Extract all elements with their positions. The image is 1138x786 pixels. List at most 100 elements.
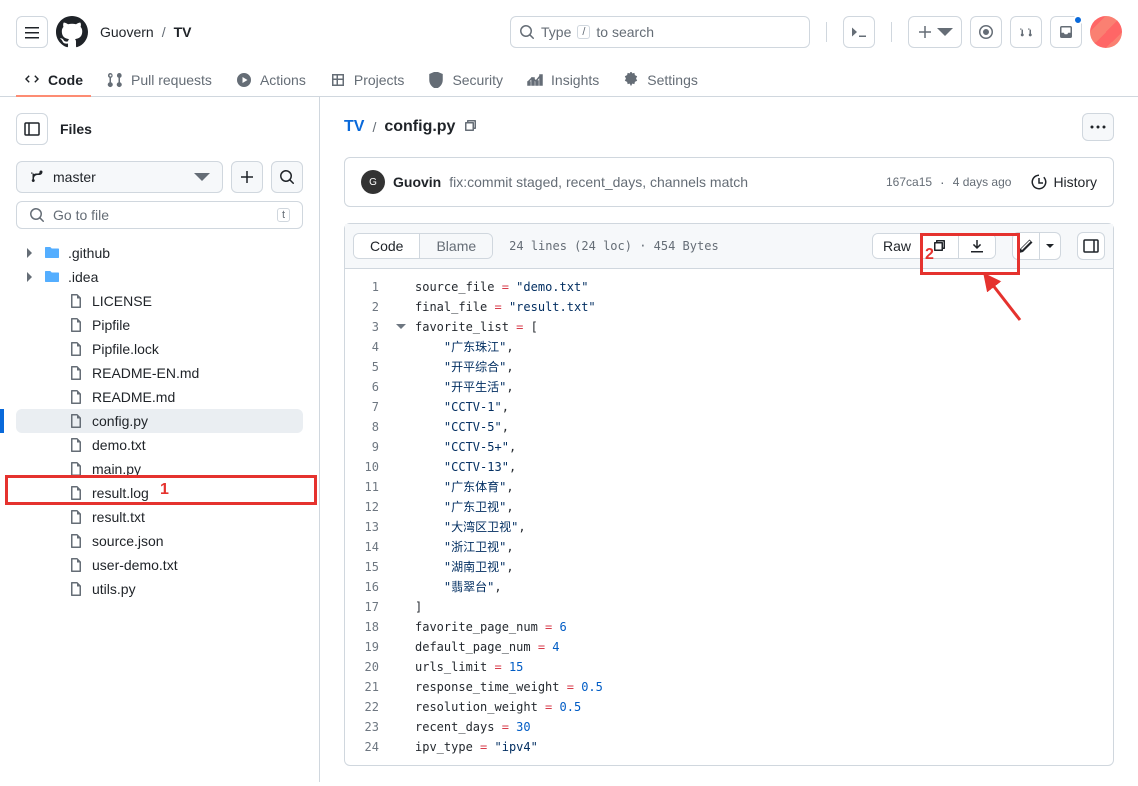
code-line[interactable]: 4 "广东珠江",	[345, 337, 1113, 357]
code-line[interactable]: 12 "广东卫视",	[345, 497, 1113, 517]
file-tree-item[interactable]: utils.py	[16, 577, 303, 601]
search-files-button[interactable]	[271, 161, 303, 193]
code-line[interactable]: 14 "浙江卫视",	[345, 537, 1113, 557]
command-palette-button[interactable]	[843, 16, 875, 48]
copy-path-button[interactable]	[463, 118, 479, 137]
commit-avatar[interactable]: G	[361, 170, 385, 194]
code-line[interactable]: 23recent_days = 30	[345, 717, 1113, 737]
code-line[interactable]: 8 "CCTV-5",	[345, 417, 1113, 437]
inbox-icon	[1058, 24, 1074, 40]
github-icon	[56, 16, 88, 48]
repo-nav: Code Pull requests Actions Projects Secu…	[0, 64, 1138, 97]
caret-down-icon	[937, 24, 953, 40]
code-line[interactable]: 19default_page_num = 4	[345, 637, 1113, 657]
code-line[interactable]: 16 "翡翠台",	[345, 577, 1113, 597]
code-line[interactable]: 15 "湖南卫视",	[345, 557, 1113, 577]
caret-down-icon	[1046, 242, 1054, 250]
branch-name: master	[53, 169, 186, 185]
github-logo[interactable]	[56, 16, 88, 48]
file-icon	[68, 413, 84, 429]
code-line[interactable]: 1source_file = "demo.txt"	[345, 277, 1113, 297]
fold-icon[interactable]	[395, 323, 407, 331]
file-tree-item[interactable]: Pipfile	[16, 313, 303, 337]
pencil-icon	[1018, 238, 1034, 254]
nav-settings[interactable]: Settings	[615, 64, 706, 96]
code-line[interactable]: 13 "大湾区卫视",	[345, 517, 1113, 537]
bars-icon	[24, 24, 40, 40]
commit-author[interactable]: Guovin	[393, 174, 441, 190]
nav-security[interactable]: Security	[420, 64, 511, 96]
file-tree-item[interactable]: README-EN.md	[16, 361, 303, 385]
breadcrumb-repo[interactable]: TV	[174, 24, 192, 40]
search-input[interactable]: Type / to search	[510, 16, 810, 48]
raw-button[interactable]: Raw	[873, 234, 922, 258]
add-file-button[interactable]	[231, 161, 263, 193]
nav-actions[interactable]: Actions	[228, 64, 314, 96]
code-line[interactable]: 3favorite_list = [	[345, 317, 1113, 337]
branch-select[interactable]: master	[16, 161, 223, 193]
code-tab[interactable]: Code	[354, 234, 419, 258]
symbols-icon	[1083, 238, 1099, 254]
download-raw-button[interactable]	[959, 234, 995, 258]
code-line[interactable]: 6 "开平生活",	[345, 377, 1113, 397]
code-icon	[24, 72, 40, 88]
file-tree-item[interactable]: demo.txt	[16, 433, 303, 457]
file-icon	[68, 437, 84, 453]
file-tree-item[interactable]: README.md	[16, 385, 303, 409]
code-line[interactable]: 11 "广东体育",	[345, 477, 1113, 497]
path-repo-link[interactable]: TV	[344, 118, 364, 136]
issues-button[interactable]	[970, 16, 1002, 48]
symbols-button[interactable]	[1077, 232, 1105, 260]
code-line[interactable]: 5 "开平综合",	[345, 357, 1113, 377]
pr-icon	[1018, 24, 1034, 40]
search-icon	[279, 169, 295, 185]
edit-button[interactable]	[1012, 232, 1040, 260]
code-line[interactable]: 2final_file = "result.txt"	[345, 297, 1113, 317]
code-line[interactable]: 18favorite_page_num = 6	[345, 617, 1113, 637]
notifications-button[interactable]	[1050, 16, 1082, 48]
file-tree-item[interactable]: source.json	[16, 529, 303, 553]
commit-message[interactable]: fix:commit staged, recent_days, channels…	[449, 174, 748, 190]
user-avatar[interactable]	[1090, 16, 1122, 48]
file-tree-item[interactable]: .github	[16, 241, 303, 265]
breadcrumb-owner[interactable]: Guovern	[100, 24, 154, 40]
nav-pulls[interactable]: Pull requests	[99, 64, 220, 96]
nav-insights[interactable]: Insights	[519, 64, 607, 96]
history-button[interactable]: History	[1031, 174, 1097, 190]
code-content[interactable]: 1source_file = "demo.txt"2final_file = "…	[345, 269, 1113, 765]
file-tree-item[interactable]: LICENSE	[16, 289, 303, 313]
file-tree-sidebar: Files master Go to file t .github.ideaLI…	[0, 97, 320, 782]
more-options-button[interactable]	[1082, 113, 1114, 141]
sidebar-toggle[interactable]	[16, 113, 48, 145]
go-to-file-input[interactable]: Go to file t	[16, 201, 303, 229]
code-line[interactable]: 20urls_limit = 15	[345, 657, 1113, 677]
commit-sha[interactable]: 167ca15	[886, 175, 932, 189]
file-tree-item[interactable]: Pipfile.lock	[16, 337, 303, 361]
file-tree-item[interactable]: config.py	[16, 409, 303, 433]
code-line[interactable]: 21response_time_weight = 0.5	[345, 677, 1113, 697]
chevron-right-icon	[24, 247, 36, 259]
code-line[interactable]: 7 "CCTV-1",	[345, 397, 1113, 417]
file-tree-item[interactable]: .idea	[16, 265, 303, 289]
file-tree-item[interactable]: main.py	[16, 457, 303, 481]
code-line[interactable]: 24ipv_type = "ipv4"	[345, 737, 1113, 757]
code-line[interactable]: 22resolution_weight = 0.5	[345, 697, 1113, 717]
pull-requests-button[interactable]	[1010, 16, 1042, 48]
code-line[interactable]: 17]	[345, 597, 1113, 617]
nav-projects[interactable]: Projects	[322, 64, 413, 96]
code-line[interactable]: 9 "CCTV-5+",	[345, 437, 1113, 457]
search-icon	[519, 24, 535, 40]
file-tree-item[interactable]: user-demo.txt	[16, 553, 303, 577]
create-new-button[interactable]	[908, 16, 962, 48]
code-line[interactable]: 10 "CCTV-13",	[345, 457, 1113, 477]
breadcrumb-sep: /	[162, 24, 166, 40]
menu-button[interactable]	[16, 16, 48, 48]
edit-dropdown[interactable]	[1040, 232, 1061, 260]
download-icon	[969, 238, 985, 254]
file-tree-item[interactable]: result.txt	[16, 505, 303, 529]
commit-time: 4 days ago	[953, 175, 1012, 189]
notification-dot	[1073, 15, 1083, 25]
nav-code[interactable]: Code	[16, 64, 91, 96]
blame-tab[interactable]: Blame	[419, 234, 492, 258]
play-icon	[236, 72, 252, 88]
